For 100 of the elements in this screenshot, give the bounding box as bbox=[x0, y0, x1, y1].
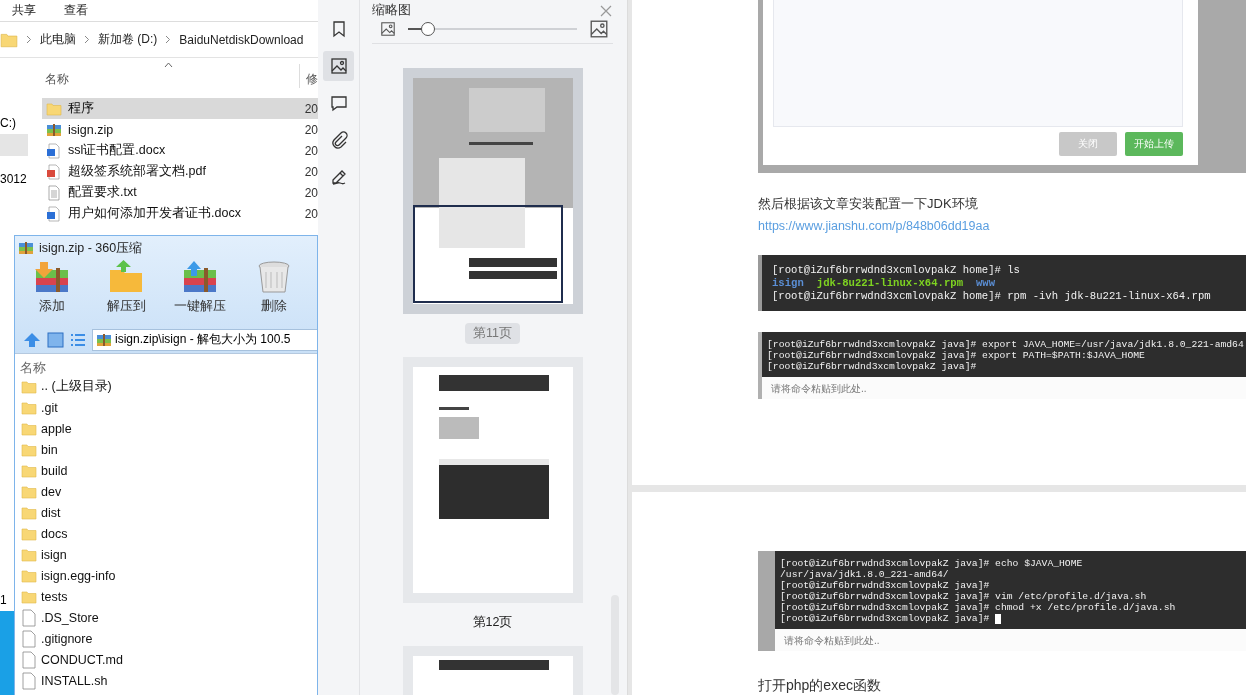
image-icon bbox=[329, 57, 348, 75]
folder-icon bbox=[21, 399, 37, 416]
terminal-text: [root@iZuf6brrwdnd3xcmlovpakZ home]# rpm -ivh jdk-8u221-linux-x64.rpm bbox=[772, 290, 1211, 303]
toolbar-button[interactable]: 解压到 bbox=[89, 260, 163, 326]
archive-entry[interactable]: bin bbox=[15, 439, 317, 460]
archive-entry[interactable]: isign bbox=[15, 544, 317, 565]
nav-item[interactable]: C:) bbox=[0, 112, 28, 134]
archive-icon bbox=[18, 240, 34, 256]
folder-icon bbox=[21, 441, 37, 458]
folder-icon bbox=[21, 504, 37, 521]
file-row[interactable]: isign.zip 20 bbox=[42, 119, 318, 140]
slider-thumb[interactable] bbox=[421, 22, 436, 36]
archive-entry[interactable]: tests bbox=[15, 586, 317, 607]
window-title: isign.zip - 360压缩 bbox=[39, 239, 143, 257]
file-date: 20 bbox=[304, 143, 318, 158]
file-row[interactable]: ssl证书配置.docx 20 bbox=[42, 140, 318, 161]
folder-icon bbox=[21, 378, 37, 395]
archive-icon bbox=[96, 331, 112, 348]
page-thumbnail[interactable] bbox=[402, 357, 583, 603]
word-document-icon bbox=[46, 205, 62, 222]
pen-icon bbox=[329, 168, 348, 186]
text-document-icon bbox=[46, 184, 62, 201]
word-document-icon bbox=[46, 142, 62, 159]
archive-entry[interactable]: dev bbox=[15, 481, 317, 502]
archive-entry[interactable]: INSTALL.sh bbox=[15, 670, 317, 691]
terminal-text: [root@iZuf6brrwdnd3xcmlovpakZ java]# echo $JAVA_HOME bbox=[780, 558, 1083, 569]
toolbar-button[interactable]: 一键解压 bbox=[163, 260, 237, 326]
terminal-text: [root@iZuf6brrwdnd3xcmlovpakZ java]# export PATH=$PATH:$JAVA_HOME bbox=[767, 350, 1145, 361]
nav-item[interactable]: 3012 bbox=[0, 156, 28, 201]
archive-entry[interactable]: .. (上级目录) bbox=[15, 376, 317, 397]
file-row[interactable]: 配置要求.txt 20 bbox=[42, 182, 318, 203]
archive-entry[interactable]: isign.egg-info bbox=[15, 565, 317, 586]
breadcrumb-item[interactable]: BaiduNetdiskDownload bbox=[179, 32, 304, 47]
file-icon bbox=[21, 671, 37, 690]
file-row[interactable]: 超级签系统部署文档.pdf 20 bbox=[42, 161, 318, 182]
file-icon bbox=[21, 608, 37, 627]
terminal-text: /usr/java/jdk1.8.0_221-amd64/ bbox=[780, 569, 949, 580]
pdf-document-icon bbox=[46, 163, 62, 180]
archive-entry[interactable]: CONDUCT.md bbox=[15, 649, 317, 670]
archive-extract-icon bbox=[182, 260, 218, 294]
archive-entry[interactable]: docs bbox=[15, 523, 317, 544]
file-row[interactable]: 用户如何添加开发者证书.docx 20 bbox=[42, 203, 318, 224]
folder-icon bbox=[21, 588, 37, 605]
breadcrumb-item[interactable]: 此电脑 bbox=[40, 31, 76, 48]
close-button[interactable] bbox=[599, 3, 613, 18]
menu-item[interactable]: 共享 bbox=[12, 2, 36, 21]
image-icon bbox=[380, 21, 396, 37]
terminal-text: [root@iZuf6brrwdnd3xcmlovpakZ java]# bbox=[780, 613, 990, 624]
terminal-text: [root@iZuf6brrwdnd3xcmlovpakZ java]# export JAVA_HOME=/usr/java/jdk1.8.0_221-amd64 bbox=[767, 339, 1244, 350]
paperclip-icon bbox=[329, 131, 348, 149]
folder-icon bbox=[21, 525, 37, 542]
sidebar-tab[interactable] bbox=[323, 51, 354, 81]
comment-icon bbox=[329, 94, 348, 112]
file-name: isign.zip bbox=[68, 122, 115, 137]
folder-icon bbox=[46, 100, 62, 117]
breadcrumb-item[interactable]: 新加卷 (D:) bbox=[98, 31, 158, 48]
terminal-text: [root@iZuf6brrwdnd3xcmlovpakZ java]# vim /etc/profile.d/java.sh bbox=[780, 591, 1147, 602]
image-icon bbox=[589, 19, 609, 39]
chevron-icon bbox=[165, 35, 172, 44]
file-name: 配置要求.txt bbox=[68, 184, 138, 201]
terminal-text: [root@iZuf6brrwdnd3xcmlovpakZ home]# ls bbox=[772, 264, 1020, 277]
page-label: 第12页 bbox=[471, 614, 514, 631]
path-field[interactable]: isign.zip\isign - 解包大小为 100.5 bbox=[92, 328, 317, 351]
terminal-text: [root@iZuf6brrwdnd3xcmlovpakZ java]# bbox=[767, 361, 977, 372]
toolbar-button[interactable]: 添加 bbox=[15, 260, 89, 326]
terminal-text: [root@iZuf6brrwdnd3xcmlovpakZ java]# chmod +x /etc/profile.d/java.sh bbox=[780, 602, 1176, 613]
archive-entry[interactable]: apple bbox=[15, 418, 317, 439]
file-row[interactable]: 程序 20 bbox=[42, 98, 318, 119]
page-thumbnail[interactable] bbox=[402, 68, 583, 314]
toolbar-button[interactable]: 删除 bbox=[237, 260, 311, 326]
archive-entry[interactable]: .gitignore bbox=[15, 628, 317, 649]
folder-icon bbox=[21, 420, 37, 437]
terminal-text: [root@iZuf6brrwdnd3xcmlovpakZ java]# bbox=[780, 580, 990, 591]
archive-entry[interactable]: .git bbox=[15, 397, 317, 418]
column-header[interactable]: 名称 bbox=[20, 361, 46, 375]
column-header[interactable]: 修 bbox=[306, 71, 318, 88]
folder-icon bbox=[21, 546, 37, 563]
file-icon bbox=[21, 629, 37, 648]
list-view-icon bbox=[70, 332, 86, 347]
nav-item[interactable]: 1 bbox=[0, 589, 12, 611]
page-label: 第11页 bbox=[465, 323, 520, 344]
heading: 打开php的exec函数 bbox=[758, 677, 882, 694]
file-date: 20 bbox=[304, 206, 318, 221]
menu-item[interactable]: 查看 bbox=[64, 2, 88, 21]
chevron-icon bbox=[84, 35, 90, 44]
file-name: ssl证书配置.docx bbox=[68, 142, 167, 159]
file-date: 20 bbox=[304, 122, 318, 137]
archive-entry[interactable]: .DS_Store bbox=[15, 607, 317, 628]
command-hint: 请将命令粘贴到此处.. bbox=[771, 383, 867, 394]
paragraph: 然后根据该文章安装配置一下JDK环境 bbox=[758, 195, 979, 213]
command-hint: 请将命令粘贴到此处.. bbox=[784, 635, 880, 646]
file-date: 20 bbox=[304, 164, 318, 179]
archive-entry[interactable]: dist bbox=[15, 502, 317, 523]
file-name: 超级签系统部署文档.pdf bbox=[68, 163, 207, 180]
folder-extract-icon bbox=[108, 260, 144, 294]
folder-icon bbox=[21, 483, 37, 500]
folder-icon bbox=[21, 462, 37, 479]
column-header[interactable]: 名称 bbox=[42, 71, 299, 88]
file-date: 20 bbox=[304, 101, 318, 116]
archive-entry[interactable]: build bbox=[15, 460, 317, 481]
